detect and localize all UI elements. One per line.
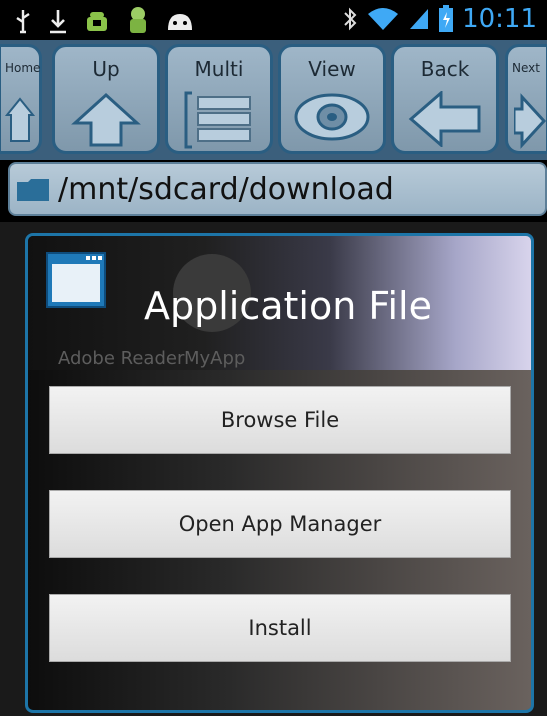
battery-icon — [439, 5, 454, 32]
current-path: /mnt/sdcard/download — [58, 172, 394, 207]
view-label: View — [308, 57, 356, 81]
usb-icon — [16, 10, 30, 34]
path-bar[interactable]: /mnt/sdcard/download — [8, 162, 547, 216]
android-face-icon — [168, 14, 192, 30]
multi-label: Multi — [194, 57, 244, 81]
dialog-header: Adobe Reader MyApp Application File — [28, 236, 531, 370]
multi-select-icon — [184, 91, 251, 149]
android-robot-icon — [130, 7, 146, 33]
back-button[interactable]: Back — [391, 44, 499, 154]
ghost-label-adobe: Adobe Reader — [58, 348, 185, 369]
folder-icon — [17, 179, 49, 201]
arrow-left-icon — [408, 91, 481, 147]
eye-icon — [294, 93, 370, 141]
status-bar: 10:11 — [0, 0, 547, 40]
view-button[interactable]: View — [278, 44, 386, 154]
up-button[interactable]: Up — [52, 44, 160, 154]
next-label: Next — [512, 61, 540, 75]
back-label: Back — [420, 57, 470, 81]
clock: 10:11 — [462, 4, 537, 34]
application-file-dialog: Adobe Reader MyApp Application File Brow… — [25, 233, 534, 713]
home-icon — [5, 97, 35, 142]
next-button[interactable]: Next — [505, 44, 547, 154]
dialog-title: Application File — [144, 284, 432, 328]
arrow-up-icon — [71, 92, 141, 147]
browse-file-button[interactable]: Browse File — [49, 386, 511, 454]
arrow-right-icon — [514, 93, 547, 149]
signal-icon — [410, 9, 429, 29]
home-button[interactable]: Home — [0, 44, 42, 154]
android-icon — [87, 12, 107, 31]
open-app-manager-button[interactable]: Open App Manager — [49, 490, 511, 558]
application-window-icon — [46, 252, 106, 308]
toolbar: Home Up Multi View Back Next — [0, 40, 547, 160]
download-icon — [50, 10, 66, 34]
bluetooth-icon — [344, 7, 357, 31]
multi-button[interactable]: Multi — [165, 44, 273, 154]
wifi-icon — [368, 8, 399, 30]
ghost-label-myapp: MyApp — [184, 348, 246, 369]
up-label: Up — [92, 57, 120, 81]
install-button[interactable]: Install — [49, 594, 511, 662]
home-label: Home — [5, 61, 41, 75]
